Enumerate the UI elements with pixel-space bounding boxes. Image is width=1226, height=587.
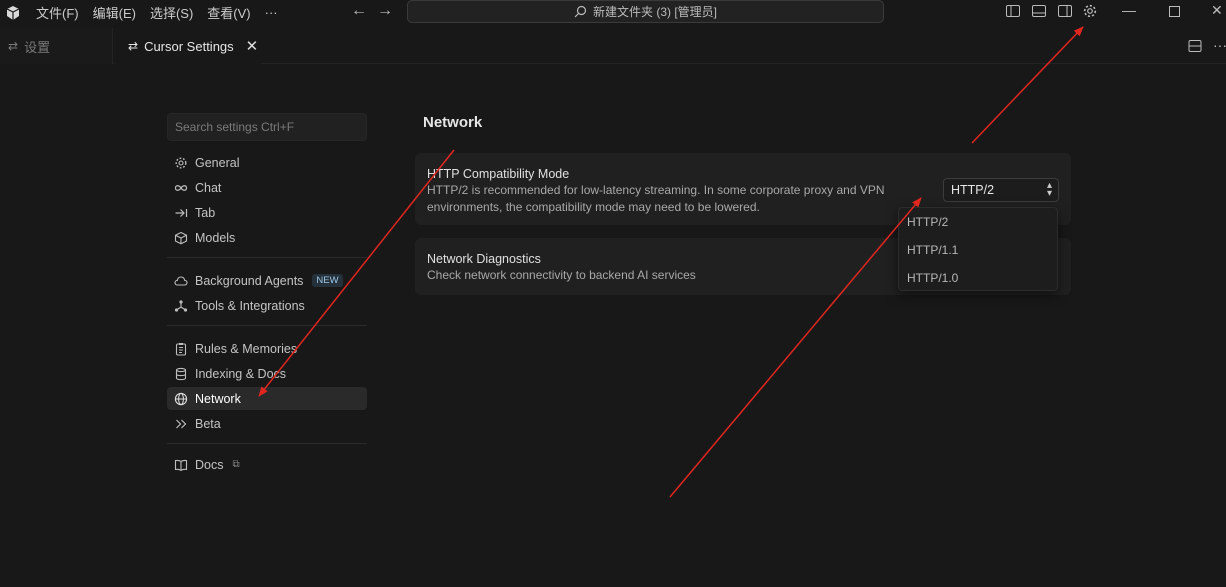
- split-editor-icon[interactable]: [1187, 38, 1203, 54]
- sidebar-item-label: Background Agents: [195, 273, 304, 288]
- more-actions-icon[interactable]: ···: [1213, 37, 1226, 53]
- sidebar-item-indexing-docs[interactable]: Indexing & Docs: [167, 362, 367, 385]
- diagnostics-description: Check network connectivity to backend AI…: [427, 268, 696, 282]
- sidebar-item-docs[interactable]: Docs ⧉: [167, 453, 367, 476]
- dropdown-option-http11[interactable]: HTTP/1.1: [907, 243, 958, 257]
- sidebar-divider: [167, 325, 367, 326]
- menu-file[interactable]: 文件(F): [36, 3, 79, 22]
- tab-settings[interactable]: ⇄ 设置: [0, 28, 113, 64]
- dropdown-option-http2[interactable]: HTTP/2: [907, 215, 948, 229]
- sidebar-item-network[interactable]: Network: [167, 387, 367, 410]
- menu-more[interactable]: ···: [265, 5, 278, 20]
- command-center-search[interactable]: 新建文件夹 (3) [管理员]: [407, 0, 884, 23]
- chevron-up-down-icon: ▴ ▾: [1046, 180, 1052, 199]
- sidebar-item-label: Network: [195, 391, 241, 406]
- sidebar-item-chat[interactable]: Chat: [167, 176, 367, 199]
- sidebar-item-beta[interactable]: Beta: [167, 412, 367, 435]
- tab-arrow-icon: [174, 206, 188, 220]
- globe-icon: [174, 392, 188, 406]
- settings-sliders-icon: ⇄: [8, 39, 19, 53]
- menu-view[interactable]: 查看(V): [207, 3, 250, 22]
- cloud-icon: [174, 274, 188, 288]
- sidebar-item-label: Models: [195, 230, 236, 245]
- http-mode-dropdown: HTTP/2 HTTP/1.1 HTTP/1.0: [898, 207, 1058, 291]
- cube-icon: [174, 231, 188, 245]
- sidebar-item-label: General: [195, 155, 240, 170]
- toggle-secondary-sidebar-icon[interactable]: [1057, 3, 1073, 19]
- sidebar-item-general[interactable]: General: [167, 151, 367, 174]
- sidebar-item-tab[interactable]: Tab: [167, 201, 367, 224]
- sidebar-item-label: Tab: [195, 205, 216, 220]
- sidebar-item-tools-integrations[interactable]: Tools & Integrations: [167, 294, 367, 317]
- title-bar: 文件(F) 编辑(E) 选择(S) 查看(V) ··· ← → 新建文件夹 (3…: [0, 0, 1226, 28]
- editor-tab-bar: ⇄ 设置 ⇄ Cursor Settings ✕: [0, 28, 1226, 64]
- http-mode-description-line2: environments, the compatibility mode may…: [427, 200, 760, 214]
- page-title: Network: [423, 114, 483, 131]
- http-mode-select[interactable]: HTTP/2 ▴ ▾: [943, 178, 1059, 202]
- external-link-icon: ⧉: [232, 459, 240, 470]
- http-mode-selected-value: HTTP/2: [951, 183, 995, 197]
- search-icon: [574, 5, 587, 18]
- command-center-label: 新建文件夹 (3) [管理员]: [592, 5, 717, 19]
- infinity-icon: [174, 181, 188, 195]
- http-mode-description-line1: HTTP/2 is recommended for low-latency st…: [427, 183, 885, 197]
- forward-arrow-icon[interactable]: →: [377, 2, 393, 20]
- back-arrow-icon[interactable]: ←: [351, 2, 367, 20]
- close-window-icon[interactable]: ✕: [1211, 2, 1223, 19]
- tab-cursor-settings-label: Cursor Settings: [144, 38, 234, 54]
- sidebar-divider: [167, 443, 367, 444]
- tab-cursor-settings[interactable]: ⇄ Cursor Settings ✕: [114, 28, 261, 64]
- new-badge: NEW: [312, 274, 343, 287]
- gear-icon[interactable]: [1082, 3, 1098, 19]
- http-mode-title: HTTP Compatibility Mode: [427, 167, 570, 181]
- sidebar-item-label: Chat: [195, 180, 222, 195]
- search-settings-placeholder: Search settings Ctrl+F: [175, 120, 295, 134]
- menu-bar: 文件(F) 编辑(E) 选择(S) 查看(V) ···: [36, 0, 278, 24]
- sidebar-item-background-agents[interactable]: Background Agents NEW: [167, 269, 367, 292]
- sidebar-item-label: Docs: [195, 457, 224, 472]
- dropdown-option-http10[interactable]: HTTP/1.0: [907, 271, 958, 285]
- sidebar-item-label: Beta: [195, 416, 221, 431]
- gear-icon: [174, 156, 188, 170]
- menu-edit[interactable]: 编辑(E): [93, 3, 136, 22]
- toggle-primary-sidebar-icon[interactable]: [1005, 3, 1021, 19]
- maximize-icon[interactable]: [1167, 4, 1183, 20]
- clipboard-icon: [174, 342, 188, 356]
- sidebar-item-label: Rules & Memories: [195, 341, 298, 356]
- tools-icon: [174, 299, 188, 313]
- cursor-logo-icon: [6, 6, 20, 20]
- chevrons-right-icon: [174, 417, 188, 431]
- book-icon: [174, 458, 188, 472]
- search-settings-input[interactable]: Search settings Ctrl+F: [167, 113, 367, 141]
- diagnostics-title: Network Diagnostics: [427, 252, 541, 266]
- sidebar-item-label: Indexing & Docs: [195, 366, 287, 381]
- tab-settings-label: 设置: [24, 39, 51, 55]
- minimize-icon[interactable]: —: [1122, 2, 1136, 18]
- close-icon[interactable]: ✕: [246, 37, 259, 55]
- sidebar-item-models[interactable]: Models: [167, 226, 367, 249]
- sidebar-item-rules-memories[interactable]: Rules & Memories: [167, 337, 367, 360]
- settings-sliders-icon: ⇄: [128, 39, 139, 53]
- sidebar-divider: [167, 257, 367, 258]
- toggle-panel-icon[interactable]: [1031, 3, 1047, 19]
- sidebar-item-label: Tools & Integrations: [195, 298, 305, 313]
- database-icon: [174, 367, 188, 381]
- menu-selection[interactable]: 选择(S): [150, 3, 193, 22]
